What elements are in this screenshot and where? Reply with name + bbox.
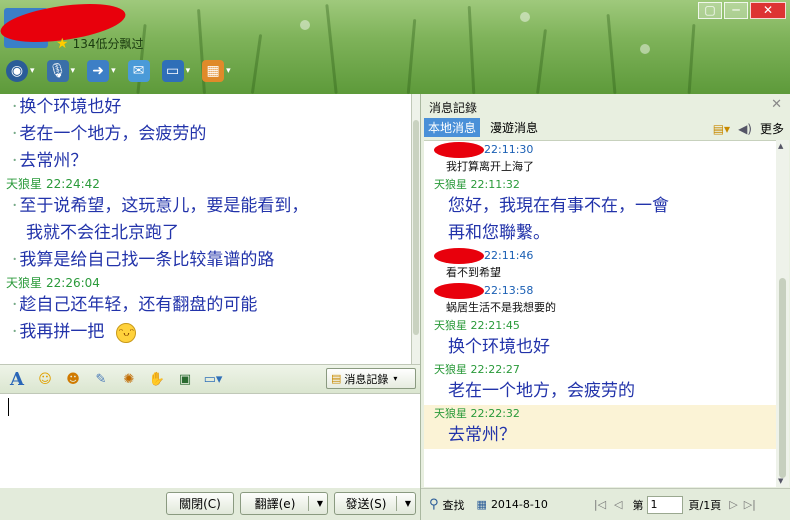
title-bar: ★ 134低分飘过 ▢ ─ ✕ ◉ ▾ 🎙 ▾ ➜ ▾ ✉ ▭ ▾ ▦ ▾: [0, 0, 790, 94]
close-icon[interactable]: ✕: [771, 97, 782, 112]
history-list[interactable]: 22:11:30 我打算离开上海了 天狼星 22:11:32 您好，我現在有事不…: [424, 140, 776, 487]
tab-roaming-messages[interactable]: 漫遊消息: [486, 118, 542, 137]
star-icon: ★: [56, 35, 69, 52]
microphone-icon: 🎙: [46, 60, 69, 82]
date-label[interactable]: 2014-8-10: [491, 498, 548, 511]
camera-button[interactable]: ◉ ▾: [6, 60, 35, 82]
text-caret: [8, 398, 9, 416]
tab-local-messages[interactable]: 本地消息: [424, 118, 481, 137]
chat-message: · 去常州？: [12, 151, 88, 171]
camera-icon: ◉: [6, 60, 28, 82]
list-item: 22:11:46 看不到希望: [424, 247, 776, 282]
calendar-icon[interactable]: ▦: [477, 498, 487, 511]
screenshot-icon[interactable]: ▭▾: [204, 370, 223, 388]
chevron-down-icon[interactable]: ▼: [317, 499, 323, 508]
speaker-icon[interactable]: ◀): [738, 122, 752, 136]
chat-message: · 换个环境也好: [12, 97, 122, 117]
chevron-down-icon[interactable]: ▼: [405, 499, 411, 508]
ink-icon[interactable]: ✎: [92, 370, 110, 388]
more-button[interactable]: 更多: [760, 120, 784, 137]
screen-share-icon: ▭: [161, 60, 184, 82]
list-item: 天狼星 22:21:45 换个环境也好: [434, 319, 550, 357]
history-tabs: 本地消息 漫遊消息: [424, 118, 542, 137]
scroll-down-icon[interactable]: ▼: [778, 477, 783, 485]
status-text: 134低分飘过: [72, 37, 144, 51]
next-page-icon[interactable]: ▷: [729, 498, 737, 511]
shake-icon[interactable]: ✺: [120, 370, 138, 388]
send-button[interactable]: 發送(S) ▼: [334, 492, 416, 515]
history-panel: 消息記錄 ✕ 本地消息 漫遊消息 ▤▾ ◀) 更多 22:11:30 我打算离开…: [420, 94, 790, 520]
history-title: 消息記錄: [429, 101, 478, 115]
magic-face-icon[interactable]: ☻: [64, 370, 82, 388]
export-icon[interactable]: ▤▾: [713, 122, 730, 136]
grin-emoji-icon: ᵔᴗᵔ: [116, 322, 137, 343]
sender-header: 天狼星 22:24:42: [6, 177, 100, 191]
message-input[interactable]: [0, 394, 420, 488]
chat-scrollbar[interactable]: [412, 94, 420, 364]
list-item: 22:11:30 我打算离开上海了: [424, 141, 776, 176]
last-page-icon[interactable]: ▷|: [744, 498, 756, 511]
list-item: 天狼星 22:22:27 老在一个地方，会疲劳的: [434, 363, 635, 401]
image-icon[interactable]: ▣: [176, 370, 194, 388]
redacted-name: [434, 248, 484, 264]
chat-message: · 趁自己还年轻，还有翻盘的可能: [12, 295, 258, 315]
font-icon[interactable]: A: [8, 369, 26, 390]
gift-icon[interactable]: ✋: [148, 370, 166, 388]
redacted-name: [434, 142, 484, 158]
window-controls: ▢ ─ ✕: [698, 2, 786, 19]
search-button[interactable]: 查找: [443, 497, 465, 513]
history-scrollbar-thumb[interactable]: [779, 278, 786, 478]
chat-message: · 我再拼一把 ᵔᴗᵔ: [0, 319, 411, 346]
page-number-input[interactable]: 1: [646, 495, 683, 514]
history-toggle-button[interactable]: ▤ 消息記錄 ▾: [326, 368, 416, 389]
scroll-up-icon[interactable]: ▲: [778, 142, 783, 150]
status-line: ★ 134低分飘过: [56, 35, 143, 52]
history-tools: ▤▾ ◀) 更多: [713, 120, 784, 137]
list-item: 天狼星 22:11:32 您好，我現在有事不在，一會 再和您聯繫。: [434, 178, 669, 243]
search-icon[interactable]: ⚲: [429, 497, 439, 512]
apps-button[interactable]: ▦ ▾: [202, 60, 231, 82]
chat-message: · 老在一个地方，会疲劳的: [12, 124, 207, 144]
history-scrollbar[interactable]: ▲ ▼: [776, 140, 789, 487]
history-footer: ⚲ 查找 ▦ 2014-8-10 |◁ ◁ 第 1 頁/1頁 ▷ ▷|: [421, 488, 790, 520]
redacted-name: [434, 283, 484, 299]
sender-header: 天狼星 22:26:04: [6, 276, 100, 290]
main-toolbar: ◉ ▾ 🎙 ▾ ➜ ▾ ✉ ▭ ▾ ▦ ▾: [6, 60, 231, 82]
minimize-button[interactable]: ─: [724, 2, 748, 19]
emoji-icon[interactable]: ☺: [36, 370, 54, 388]
history-icon: ▤: [331, 372, 342, 385]
first-page-icon[interactable]: |◁: [594, 498, 606, 511]
file-transfer-icon: ➜: [87, 60, 110, 82]
bottom-bar: 關閉(C) 翻譯(e) ▼ 發送(S) ▼: [0, 488, 420, 520]
chat-message: · 我算是给自己找一条比较靠谱的路: [12, 250, 275, 270]
microphone-button[interactable]: 🎙 ▾: [46, 60, 75, 82]
translate-button[interactable]: 翻譯(e) ▼: [240, 492, 328, 515]
chat-message-continuation: 我就不会往北京跑了: [26, 223, 179, 243]
close-button[interactable]: 關閉(C): [166, 492, 234, 515]
list-item: 22:13:58 蜗居生活不是我想要的: [424, 282, 776, 317]
screen-share-button[interactable]: ▭ ▾: [161, 60, 190, 82]
sms-icon: ✉: [127, 60, 150, 82]
chat-scrollbar-thumb[interactable]: [413, 120, 419, 335]
menu-button[interactable]: ▢: [698, 2, 722, 19]
close-window-button[interactable]: ✕: [750, 2, 786, 19]
apps-icon: ▦: [202, 60, 225, 82]
list-item-selected: 天狼星 22:22:32 去常州？: [424, 405, 776, 449]
chevron-down-icon: ▾: [393, 374, 398, 383]
prev-page-icon[interactable]: ◁: [614, 498, 622, 511]
chat-message: · 至于说希望，这玩意儿，要是能看到，: [12, 196, 309, 216]
file-transfer-button[interactable]: ➜ ▾: [87, 60, 116, 82]
sms-button[interactable]: ✉: [127, 60, 150, 82]
chat-display[interactable]: · 换个环境也好 · 老在一个地方，会疲劳的 · 去常州？ 天狼星 22:24:42 ·…: [0, 94, 412, 364]
